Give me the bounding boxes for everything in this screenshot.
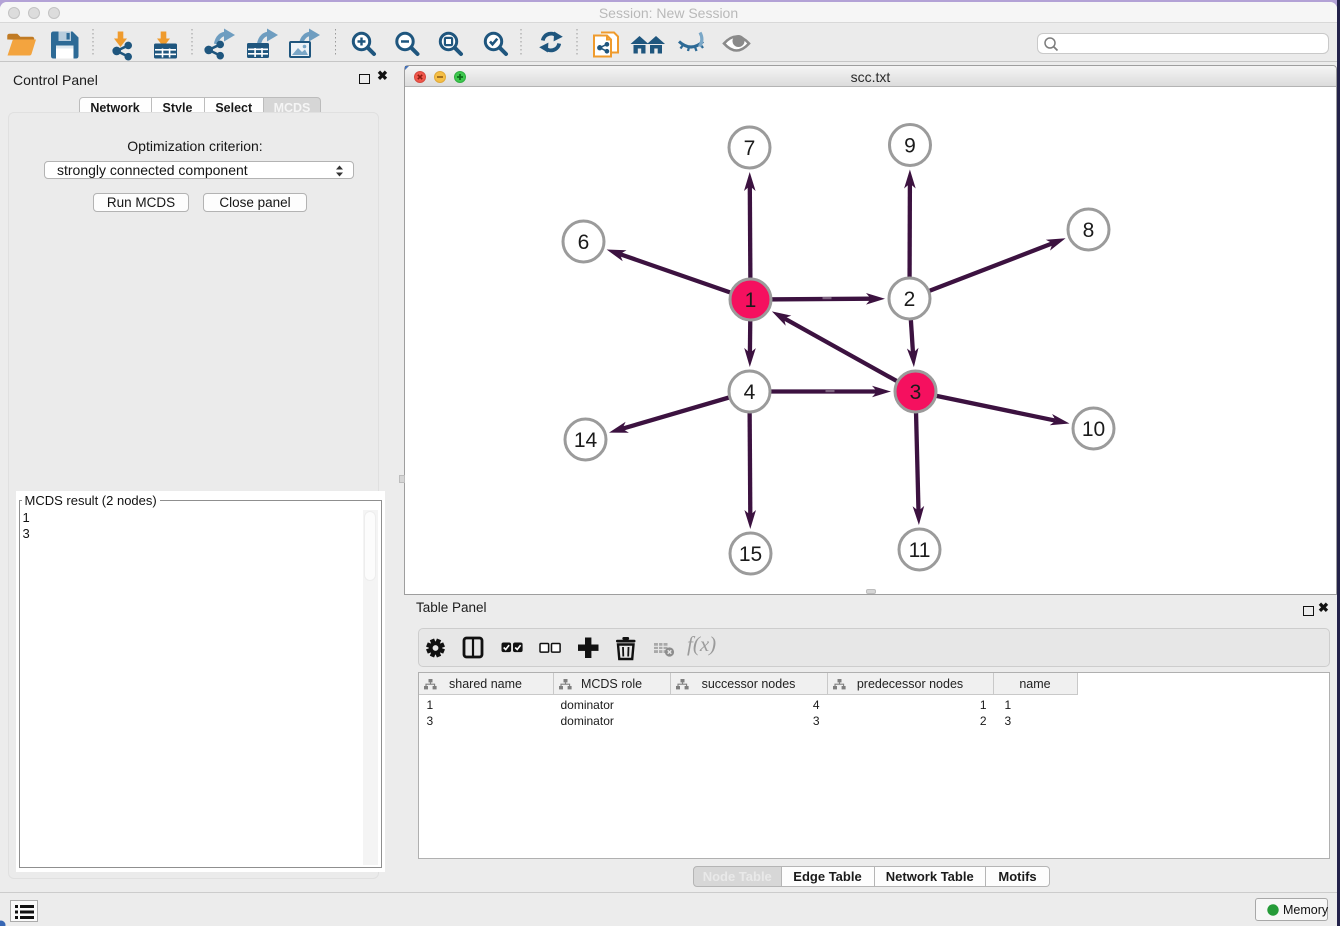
svg-text:14: 14 bbox=[574, 429, 598, 452]
svg-text:11: 11 bbox=[909, 539, 931, 562]
svg-text:6: 6 bbox=[578, 231, 590, 254]
svg-text:9: 9 bbox=[904, 134, 916, 157]
svg-text:15: 15 bbox=[739, 543, 762, 566]
svg-text:7: 7 bbox=[744, 137, 756, 160]
svg-text:8: 8 bbox=[1083, 219, 1095, 242]
svg-text:10: 10 bbox=[1082, 418, 1105, 441]
svg-text:3: 3 bbox=[910, 381, 922, 404]
svg-text:2: 2 bbox=[904, 288, 916, 311]
svg-text:4: 4 bbox=[744, 381, 756, 404]
svg-text:1: 1 bbox=[745, 289, 757, 312]
